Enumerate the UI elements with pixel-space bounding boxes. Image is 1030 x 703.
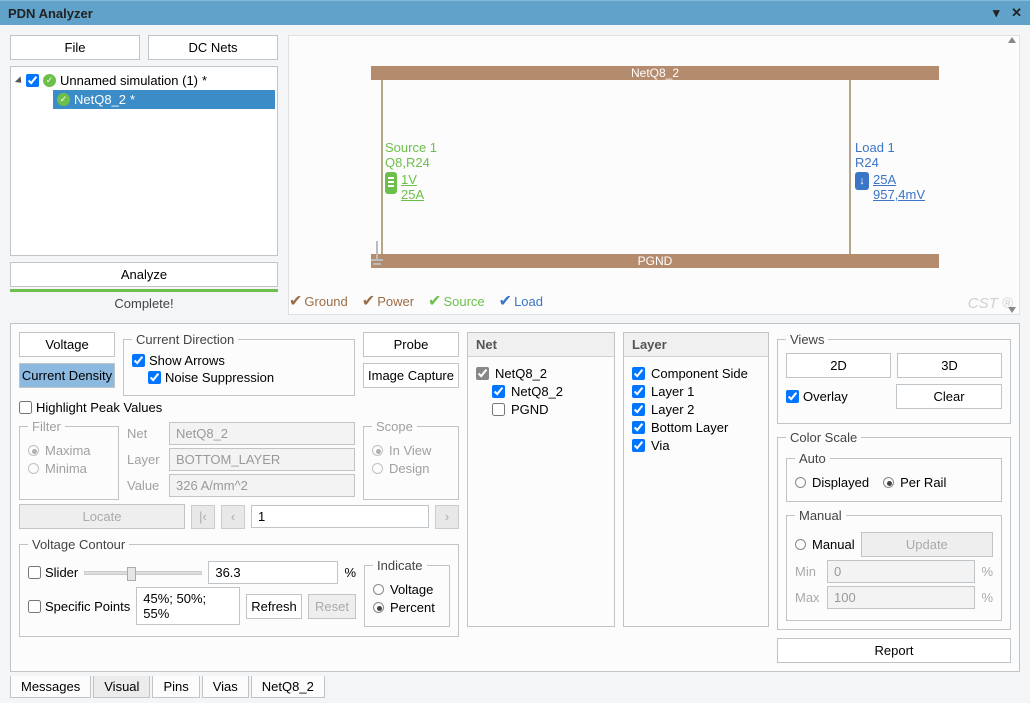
load-arrow-icon: ↓	[855, 172, 869, 190]
manual-radio[interactable]	[795, 539, 806, 550]
show-arrows-checkbox[interactable]: Show Arrows	[132, 353, 225, 368]
tree-child[interactable]: ✓ NetQ8_2 *	[53, 90, 275, 109]
check-icon: ✓	[43, 74, 56, 87]
update-button: Update	[861, 532, 993, 557]
specific-points-field[interactable]: 45%; 50%; 55%	[136, 587, 240, 625]
source-node[interactable]: Source 1 Q8,R24 1V 25A	[385, 140, 437, 202]
layer-field: BOTTOM_LAYER	[169, 448, 355, 471]
image-capture-button[interactable]: Image Capture	[363, 363, 459, 388]
displayed-radio[interactable]	[795, 477, 806, 488]
current-density-button[interactable]: Current Density	[19, 363, 115, 388]
net-panel: Net NetQ8_2 NetQ8_2 PGND	[467, 332, 615, 627]
reset-button: Reset	[308, 594, 356, 619]
layer-item[interactable]: Via	[632, 438, 760, 453]
clear-button[interactable]: Clear	[896, 384, 1002, 409]
legend: ✔Ground ✔Power ✔Source ✔Load	[289, 291, 543, 311]
layer-item[interactable]: Layer 1	[632, 384, 760, 399]
close-icon[interactable]: ✕	[1011, 5, 1022, 20]
manual-group: Manual Manual Update Min0% Max100%	[786, 508, 1002, 621]
scroll-up-icon[interactable]	[1008, 37, 1016, 43]
sim-checkbox[interactable]	[26, 74, 39, 87]
locate-button: Locate	[19, 504, 185, 529]
indicate-group: Indicate Voltage Percent	[364, 558, 450, 627]
3d-button[interactable]: 3D	[897, 353, 1002, 378]
dc-nets-button[interactable]: DC Nets	[148, 35, 278, 60]
noise-suppression-checkbox[interactable]: Noise Suppression	[148, 370, 274, 385]
in-view-radio	[372, 445, 383, 456]
step-field: 1	[251, 505, 429, 528]
views-group: Views 2D 3D Overlay Clear	[777, 332, 1011, 424]
min-field: 0	[827, 560, 975, 583]
refresh-button[interactable]: Refresh	[246, 594, 302, 619]
layer-panel: Layer Component Side Layer 1 Layer 2 Bot…	[623, 332, 769, 627]
net-item[interactable]: PGND	[492, 402, 606, 417]
design-radio	[372, 463, 383, 474]
slider-value[interactable]: 36.3	[208, 561, 338, 584]
status-text: Complete!	[10, 292, 278, 315]
scope-group: Scope In View Design	[363, 419, 459, 500]
tab-messages[interactable]: Messages	[10, 676, 91, 698]
auto-group: Auto Displayed Per Rail	[786, 451, 1002, 502]
scroll-down-icon[interactable]	[1008, 307, 1016, 313]
first-button: |‹	[191, 505, 215, 529]
tab-net[interactable]: NetQ8_2	[251, 676, 325, 698]
titlebar: PDN Analyzer ▾ ✕	[0, 0, 1030, 25]
indicate-voltage-radio[interactable]	[373, 584, 384, 595]
prev-button: ‹	[221, 505, 245, 529]
net-name: NetQ8_2	[74, 92, 126, 107]
sim-name: Unnamed simulation (1)	[60, 73, 198, 88]
bottom-tabs: Messages Visual Pins Vias NetQ8_2	[10, 676, 1020, 698]
overlay-checkbox[interactable]: Overlay	[786, 384, 890, 409]
minima-radio	[28, 463, 39, 474]
filter-group: Filter Maxima Minima	[19, 419, 119, 500]
2d-button[interactable]: 2D	[786, 353, 891, 378]
contour-slider[interactable]	[84, 571, 202, 575]
chevron-down-icon[interactable]	[15, 76, 24, 85]
value-field: 326 A/mm^2	[169, 474, 355, 497]
battery-icon	[385, 172, 397, 194]
wire-left	[381, 80, 383, 254]
net-field: NetQ8_2	[169, 422, 355, 445]
layer-item[interactable]: Bottom Layer	[632, 420, 760, 435]
analyze-button[interactable]: Analyze	[10, 262, 278, 287]
diagram-canvas[interactable]: NetQ8_2 PGND Source 1 Q8,R24 1V 25A	[288, 35, 1020, 315]
net-item[interactable]: NetQ8_2	[492, 384, 606, 399]
vertical-scrollbar[interactable]	[1006, 37, 1018, 313]
color-scale-group: Color Scale Auto Displayed Per Rail Manu…	[777, 430, 1011, 630]
maxima-radio	[28, 445, 39, 456]
layer-item[interactable]: Component Side	[632, 366, 760, 381]
file-button[interactable]: File	[10, 35, 140, 60]
app-title: PDN Analyzer	[8, 6, 93, 21]
check-icon: ✓	[57, 93, 70, 106]
specific-points-checkbox[interactable]: Specific Points	[28, 599, 130, 614]
next-button: ›	[435, 505, 459, 529]
tab-pins[interactable]: Pins	[152, 676, 199, 698]
per-rail-radio[interactable]	[883, 477, 894, 488]
voltage-button[interactable]: Voltage	[19, 332, 115, 357]
minimize-icon[interactable]: ▾	[993, 5, 1000, 20]
window-controls: ▾ ✕	[985, 5, 1022, 21]
probe-button[interactable]: Probe	[363, 332, 459, 357]
ground-icon	[371, 259, 383, 261]
report-button[interactable]: Report	[777, 638, 1011, 663]
tab-vias[interactable]: Vias	[202, 676, 249, 698]
slider-checkbox[interactable]: Slider	[28, 565, 78, 580]
tree-root[interactable]: ✓ Unnamed simulation (1) *	[13, 71, 275, 90]
highlight-peak-checkbox[interactable]: Highlight Peak Values	[19, 400, 162, 415]
voltage-contour-group: Voltage Contour Slider 36.3 % Specific P…	[19, 537, 459, 637]
control-panel: Voltage Current Density Current Directio…	[10, 323, 1020, 672]
top-bus: NetQ8_2	[371, 66, 939, 80]
indicate-percent-radio[interactable]	[373, 602, 384, 613]
simulation-tree[interactable]: ✓ Unnamed simulation (1) * ✓ NetQ8_2 *	[10, 66, 278, 256]
layer-item[interactable]: Layer 2	[632, 402, 760, 417]
bottom-bus: PGND	[371, 254, 939, 268]
wire-right	[849, 80, 851, 254]
net-item[interactable]: NetQ8_2	[476, 366, 606, 381]
current-direction-group: Current Direction Show Arrows Noise Supp…	[123, 332, 355, 396]
load-node[interactable]: Load 1 R24 ↓ 25A 957,4mV	[855, 140, 925, 202]
max-field: 100	[827, 586, 975, 609]
tab-visual[interactable]: Visual	[93, 676, 150, 698]
